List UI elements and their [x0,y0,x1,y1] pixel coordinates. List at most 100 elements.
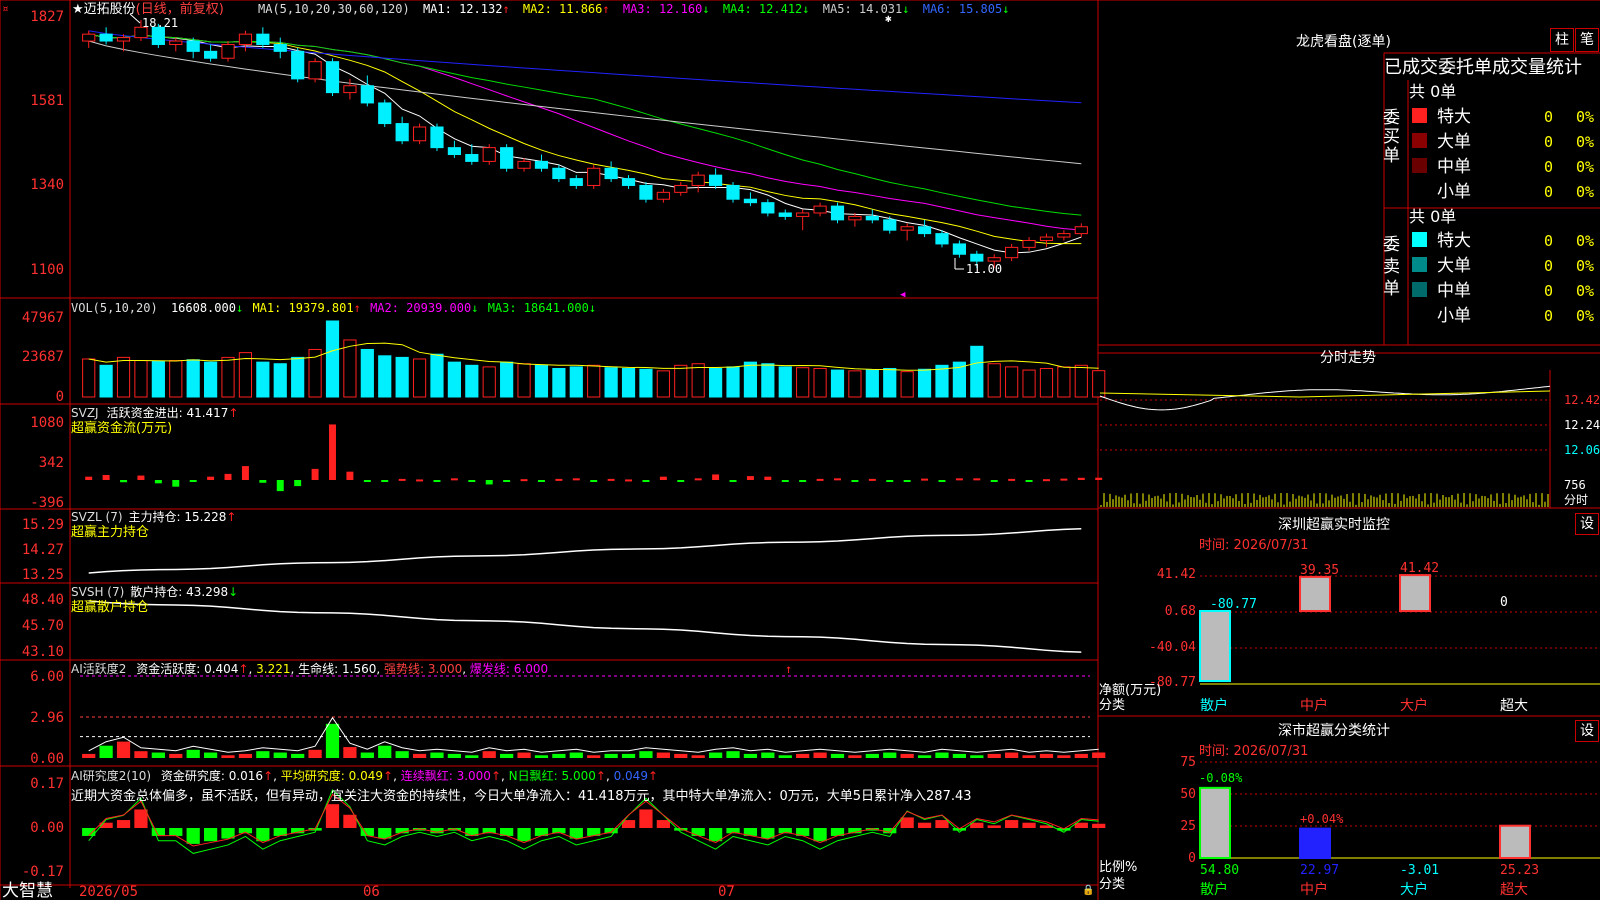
ai1-bar-57 [1074,753,1088,758]
svzj-bar-16 [363,480,371,482]
svsh-arrow: ↓ [228,585,238,599]
ai1-bar-33 [656,752,670,758]
svsh-subtitle: 超赢散户持仓 [71,599,149,615]
price-tick-2: 1340 [30,177,64,193]
sell-total: 共 0单 [1409,207,1456,226]
classify-tick-2: 25 [1180,819,1196,834]
vol-ma2: MA2: 20939.000 [370,301,471,315]
svzj-bar-52 [990,480,998,482]
column-view-button[interactable]: 柱 [1550,28,1574,52]
candle-body-56 [1057,233,1071,238]
volume-bar-41 [796,367,810,398]
candle-body-23 [482,147,496,162]
svzj-tick-1: 342 [39,455,64,471]
classify-category-2: 大户 [1400,881,1428,898]
svzj-bar-8 [224,473,232,480]
svzl-line [88,528,1082,574]
candle-body-35 [691,174,705,186]
volume-bar-18 [395,356,409,398]
svzj-title: 活跃资金进出: 41.417 [107,405,229,420]
svzl-subtitle: 超赢主力持仓 [71,524,149,540]
candle-body-45 [865,215,879,221]
svzj-bar-49 [938,480,946,482]
svzj-bar-7 [207,476,215,480]
intraday-unit: 分时 [1564,493,1588,507]
svzj-bar-1 [102,475,110,480]
ai1-bar-39 [761,752,775,758]
title-star: ★ [72,2,84,17]
ai1-bar-30 [604,753,618,758]
svzj-bars [85,424,1103,492]
candle-body-33 [656,191,670,200]
classify-settings-button[interactable]: 设 [1575,720,1599,742]
ma5-arrow: ↓ [902,2,909,16]
classify-tick-0: 75 [1180,755,1196,770]
ai2-a4: ↑ [596,769,606,783]
volume-bar-28 [569,366,583,398]
candle-body-6 [186,40,200,52]
svzj-bar-45 [868,478,876,481]
ai1-bar-31 [621,753,636,758]
tick-view-button[interactable]: 笔 [1575,28,1599,52]
buy-row-name-2: 中单 [1437,157,1471,177]
price-axis: 1827 1581 1340 1100 [30,9,64,278]
vol-ma2-arrow: ↓ [471,301,478,315]
svg-text:★迈拓股份(日线，前复权): ★迈拓股份(日线，前复权) [72,1,224,17]
ai1-bar-58 [1092,752,1106,758]
vol-ma3-arrow: ↓ [589,301,596,315]
svzj-arrow: ↑ [228,406,238,420]
monitor-category-0: 散户 [1200,697,1228,714]
brand-logo: 大智慧 [2,881,53,900]
svzj-bar-39 [764,476,772,480]
ai1-bar-10 [256,751,270,758]
svzj-bar-9 [241,466,249,480]
candle-body-36 [709,174,723,186]
buy-row-name-1: 大单 [1437,132,1471,152]
lock-icon: 🔒 [1082,884,1094,896]
ai1-t3: 生命线: 1.560 [298,661,376,676]
svzj-bar-10 [259,480,267,483]
candle-body-7 [204,50,218,59]
svzj-bar-23 [485,480,493,485]
volume-bar-29 [587,364,601,398]
ai1-bar-26 [534,755,549,758]
candle-body-57 [1074,226,1088,235]
volume-bar-57 [1074,364,1088,398]
buy-row-pct-2: 0% [1576,158,1594,176]
monitor-settings-button[interactable]: 设 [1575,513,1599,535]
svzj-bar-43 [834,478,841,481]
vol-value: 16608.000 [171,301,236,315]
svzj-bar-30 [607,478,615,481]
candle-body-18 [395,123,409,142]
low-price-label: 11.00 [966,262,1002,276]
volume-bar-26 [534,364,549,398]
volume-bar-21 [447,361,461,398]
candle-body-34 [674,184,688,193]
intraday-tick-1: 12.24 [1564,418,1600,432]
svzj-bar-50 [955,478,963,481]
candle-body-16 [360,85,374,104]
ai1-bar-50 [952,753,967,758]
ai2-bar-52 [987,825,1001,828]
ai1-bar-28 [569,752,583,758]
monitor-tick-2: -40.04 [1149,640,1196,655]
volume-bar-8 [221,356,235,398]
sell-row-count-2: 0 [1544,282,1553,300]
svzj-bar-4 [154,480,162,484]
svzj-bar-55 [1042,479,1050,482]
candle-body-39 [761,202,775,214]
candle-body-49 [935,233,949,245]
sell-row-swatch-1 [1412,257,1427,272]
ai2-bar-2 [116,820,131,828]
intraday-price-line [1099,385,1551,411]
sell-row-name-2: 中单 [1437,281,1471,301]
candle-body-38 [743,198,758,204]
svzl-tick-2: 13.25 [22,567,64,583]
lhb-header: 已成交委托单成交量统计 [1384,57,1582,78]
volume-bar-30 [604,367,618,398]
volume-bar-5 [169,360,183,398]
volume-bar-39 [761,363,775,398]
volume-bar-51 [970,345,984,398]
ma6-value: MA6: 15.805 [923,2,1002,16]
svg-text:SVZJ活跃资金进出: 41.417↑: SVZJ 活跃资金进出: 41.417↑ [71,405,239,420]
